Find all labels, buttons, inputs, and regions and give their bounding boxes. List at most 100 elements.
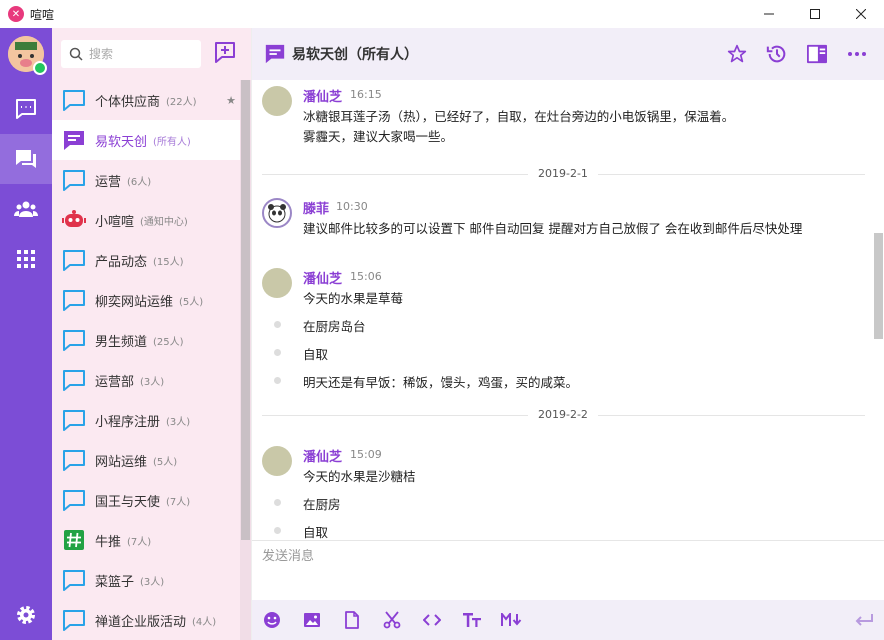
discussion-icon[interactable] <box>0 134 52 184</box>
conversation-name: 个体供应商 <box>95 94 161 110</box>
conversation-name: 小程序注册 <box>95 414 161 430</box>
sidebar-item-conversation[interactable]: 产品动态 (15人) <box>52 240 240 280</box>
sidebar-item-conversation[interactable]: 柳奕网站运维 (5人) <box>52 280 240 320</box>
sidebar-item-conversation[interactable]: 运营部 (3人) <box>52 360 240 400</box>
chat-bubble-icon <box>62 168 86 192</box>
text-size-icon[interactable] <box>460 608 484 632</box>
more-icon[interactable] <box>837 42 877 66</box>
chat-bubble-icon <box>62 288 86 312</box>
member-count: (通知中心) <box>140 216 188 228</box>
message-author[interactable]: 潘仙芝 <box>303 268 342 287</box>
conversation-name: 国王与天使 <box>95 494 161 510</box>
member-count: (22人) <box>166 96 197 108</box>
message-text: 自取 <box>303 525 329 540</box>
chat-bubble-icon <box>62 368 86 392</box>
message-text: 冰糖银耳莲子汤（热），已经好了，自取，在灶台旁边的小电饭锅里，保温着。 <box>303 109 735 124</box>
chat-bubble-icon <box>62 248 86 272</box>
composer-toolbar <box>252 600 884 640</box>
apps-grid-icon[interactable] <box>0 234 52 284</box>
message-time: 10:30 <box>336 200 368 213</box>
message-text: 明天还是有早饭：稀饭，馒头，鸡蛋，买的咸菜。 <box>303 375 579 390</box>
avatar[interactable] <box>262 86 292 116</box>
sidebar-scrollbar[interactable] <box>240 80 251 640</box>
avatar[interactable] <box>262 198 292 228</box>
bullet-icon <box>274 377 281 384</box>
history-icon[interactable] <box>757 42 797 66</box>
avatar[interactable] <box>8 36 47 75</box>
chat-panel: 易软天创（所有人） 潘仙芝 16:15 冰糖银耳莲子汤（热），已经好了，自取，在… <box>251 28 884 640</box>
message-input[interactable] <box>262 549 862 564</box>
chat-bubble-icon <box>62 608 86 632</box>
scrollbar-thumb[interactable] <box>241 80 250 540</box>
maximize-icon[interactable] <box>792 0 838 28</box>
avatar[interactable] <box>262 268 292 298</box>
search-icon <box>69 47 83 61</box>
conversation-name: 网站运维 <box>95 454 148 470</box>
conversation-name: 菜篮子 <box>95 574 135 590</box>
close-icon[interactable] <box>838 0 884 28</box>
minimize-icon[interactable] <box>746 0 792 28</box>
system-chat-icon <box>62 128 86 152</box>
chat-icon[interactable] <box>0 84 52 134</box>
avatar[interactable] <box>262 446 292 476</box>
bullet-icon <box>274 527 281 534</box>
chat-bubble-icon <box>62 328 86 352</box>
sidebar-item-conversation[interactable]: 菜篮子 (3人) <box>52 560 240 600</box>
search-input[interactable] <box>89 47 189 61</box>
star-icon[interactable] <box>717 42 757 66</box>
gear-icon[interactable] <box>0 590 52 640</box>
sidebar-item-conversation[interactable]: 男生频道 (25人) <box>52 320 240 360</box>
conversation-name: 牛推 <box>95 534 122 550</box>
image-icon[interactable] <box>300 608 324 632</box>
sidebar-item-conversation[interactable]: 易软天创 (所有人) <box>52 120 240 160</box>
sidebar-toggle-icon[interactable] <box>797 42 837 66</box>
bullet-icon <box>274 499 281 506</box>
file-icon[interactable] <box>340 608 364 632</box>
message-time: 16:15 <box>350 88 382 101</box>
message-author[interactable]: 潘仙芝 <box>303 446 342 465</box>
message-text: 今天的水果是草莓 <box>303 291 404 306</box>
sidebar-item-conversation[interactable]: 小程序注册 (3人) <box>52 400 240 440</box>
conversation-name: 运营部 <box>95 374 135 390</box>
member-count: (5人) <box>179 296 204 308</box>
sidebar-item-conversation[interactable]: 小喧喧 (通知中心) <box>52 200 240 240</box>
send-icon[interactable] <box>852 608 876 632</box>
search-box[interactable] <box>61 40 201 68</box>
message-scrollbar-thumb[interactable] <box>874 233 883 339</box>
conversation-name: 男生频道 <box>95 334 148 350</box>
emoji-icon[interactable] <box>260 608 284 632</box>
markdown-icon[interactable] <box>500 608 524 632</box>
sidebar-item-conversation[interactable]: 个体供应商 (22人) ★ <box>52 80 240 120</box>
date-divider-label: 2019-2-2 <box>528 408 598 421</box>
sidebar-item-conversation[interactable]: 牛推 (7人) <box>52 520 240 560</box>
sidebar-item-conversation[interactable]: 国王与天使 (7人) <box>52 480 240 520</box>
chat-header: 易软天创（所有人） <box>252 28 884 80</box>
message-time: 15:06 <box>350 270 382 283</box>
new-chat-icon[interactable] <box>213 40 237 64</box>
sidebar-item-conversation[interactable]: 禅道企业版活动 (4人) <box>52 600 240 640</box>
scissors-icon[interactable] <box>380 608 404 632</box>
member-count: (7人) <box>166 496 191 508</box>
conversation-name: 运营 <box>95 174 122 190</box>
member-count: (15人) <box>153 256 184 268</box>
sidebar-item-conversation[interactable]: 网站运维 (5人) <box>52 440 240 480</box>
conversation-name: 禅道企业版活动 <box>95 614 187 630</box>
message-text: 建议邮件比较多的可以设置下 邮件自动回复 提醒对方自己放假了 会在收到邮件后尽快… <box>303 221 803 236</box>
code-icon[interactable] <box>420 608 444 632</box>
member-count: (5人) <box>153 456 178 468</box>
message-text: 自取 <box>303 347 329 362</box>
chat-bubble-icon <box>62 448 86 472</box>
conversation-list: 个体供应商 (22人) ★ 易软天创 (所有人) 运营 (6人) 小喧喧 (通知中心) 产品动态 (… <box>52 80 240 640</box>
contacts-icon[interactable] <box>0 184 52 234</box>
message-author[interactable]: 滕菲 <box>303 198 329 217</box>
app-rail <box>0 28 52 640</box>
robot-icon <box>62 208 86 232</box>
sidebar-item-conversation[interactable]: 运营 (6人) <box>52 160 240 200</box>
app-logo-icon: ✕ <box>8 6 24 22</box>
star-icon[interactable]: ★ <box>226 94 236 107</box>
hashtag-icon <box>62 528 86 552</box>
message-author[interactable]: 潘仙芝 <box>303 86 342 105</box>
message-text: 在厨房岛台 <box>303 319 366 334</box>
bullet-icon <box>274 321 281 328</box>
bullet-icon <box>274 349 281 356</box>
